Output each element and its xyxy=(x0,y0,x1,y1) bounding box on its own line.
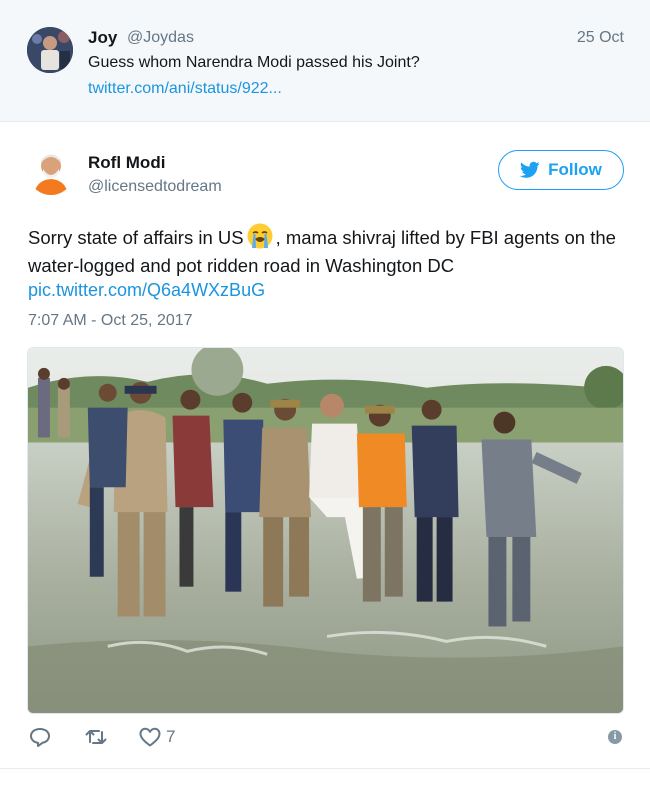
tweet-actions: 7 i xyxy=(28,725,624,753)
follow-button[interactable]: Follow xyxy=(498,150,624,190)
tweet-media-link[interactable]: pic.twitter.com/Q6a4WXzBuG xyxy=(28,280,265,301)
info-icon[interactable]: i xyxy=(608,730,622,744)
author-handle[interactable]: @licensedtodream xyxy=(88,178,222,196)
parent-author-name[interactable]: Joy xyxy=(88,28,117,48)
like-icon xyxy=(139,727,161,747)
parent-date[interactable]: 25 Oct xyxy=(577,29,624,47)
card-divider xyxy=(0,768,650,769)
tweet-timestamp[interactable]: 7:07 AM - Oct 25, 2017 xyxy=(28,312,193,330)
reply-icon xyxy=(30,728,50,747)
like-button[interactable]: 7 xyxy=(138,725,175,749)
tweet-card: Rofl Modi @licensedtodream Follow Sorry … xyxy=(0,122,650,790)
rofl-modi-avatar[interactable] xyxy=(28,149,74,195)
reply-button[interactable] xyxy=(28,725,52,749)
parent-author-handle[interactable]: @Joydas xyxy=(127,29,194,47)
like-count: 7 xyxy=(166,727,176,746)
tweet-photo[interactable] xyxy=(27,347,624,714)
tweet-text: Sorry state of affairs in US , mama shiv… xyxy=(28,222,628,280)
loudly-crying-face-icon xyxy=(247,223,273,249)
follow-label: Follow xyxy=(548,160,602,179)
parent-tweet-link[interactable]: twitter.com/ani/status/922... xyxy=(88,80,282,98)
author-name[interactable]: Rofl Modi xyxy=(88,153,165,173)
tweet-text-part-1: Sorry state of affairs in US xyxy=(28,227,244,248)
retweet-button[interactable] xyxy=(84,725,108,749)
parent-tweet-text: Guess whom Narendra Modi passed his Join… xyxy=(88,54,420,71)
twitter-bird-icon xyxy=(520,161,540,178)
parent-tweet[interactable]: Joy @Joydas 25 Oct Guess whom Narendra M… xyxy=(0,0,650,122)
joy-avatar[interactable] xyxy=(27,27,73,73)
retweet-icon xyxy=(85,730,107,744)
